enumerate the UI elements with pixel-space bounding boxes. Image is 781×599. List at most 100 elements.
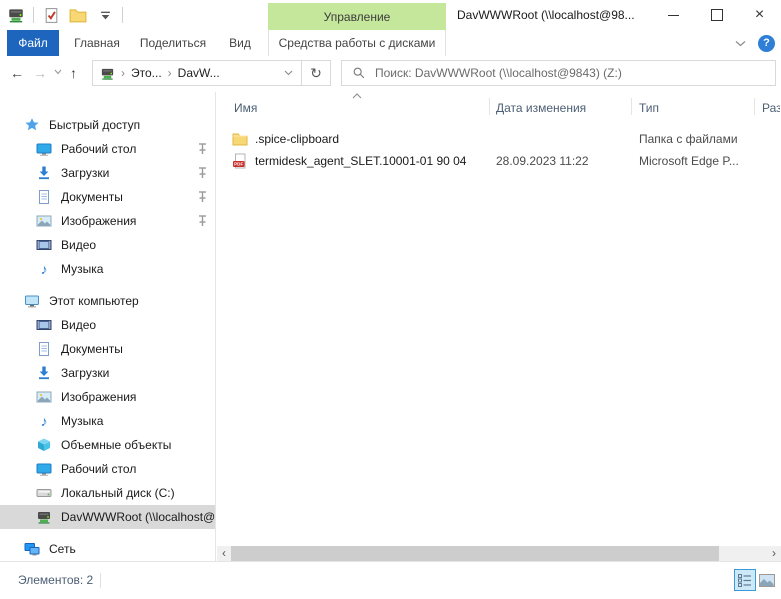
sidebar-item-label: Рабочий стол xyxy=(61,142,136,156)
horizontal-scrollbar[interactable]: ‹ › xyxy=(217,546,781,561)
breadcrumb[interactable]: › Это... › DavW... xyxy=(92,60,302,86)
scroll-right-arrow-icon[interactable]: › xyxy=(767,546,781,561)
svg-text:PDF: PDF xyxy=(234,162,243,167)
maximize-button[interactable] xyxy=(695,0,738,30)
address-dropdown-chevron-icon[interactable] xyxy=(284,70,293,76)
customize-toolbar-dropdown-icon[interactable] xyxy=(95,5,115,25)
pin-icon[interactable] xyxy=(197,166,208,179)
sidebar-item-videos[interactable]: Видео xyxy=(0,313,215,337)
column-header-date-modified[interactable]: Дата изменения xyxy=(496,101,586,115)
sidebar-item-label: Объемные объекты xyxy=(61,438,171,452)
pin-icon[interactable] xyxy=(197,214,208,227)
sidebar-item-pictures[interactable]: Изображения xyxy=(0,385,215,409)
sidebar-item-label: Сеть xyxy=(49,542,76,556)
maximize-icon xyxy=(711,9,723,21)
sidebar-item-label: Быстрый доступ xyxy=(49,118,140,132)
column-header-name[interactable]: Имя xyxy=(234,101,257,115)
network-drive-icon xyxy=(6,5,26,25)
sidebar-item-label: Изображения xyxy=(61,214,136,228)
status-separator xyxy=(100,573,101,588)
breadcrumb-separator-icon: › xyxy=(168,66,172,80)
music-icon: ♪ xyxy=(36,413,52,429)
file-list-pane: Имя Дата изменения Тип Размер .spice-cli… xyxy=(216,92,781,562)
sidebar-item-3d-objects[interactable]: Объемные объекты xyxy=(0,433,215,457)
up-button[interactable]: ↑ xyxy=(70,65,77,81)
downloads-icon xyxy=(36,165,52,181)
sidebar-section-gap xyxy=(0,529,215,537)
sidebar-item-desktop[interactable]: Рабочий стол xyxy=(0,137,215,161)
large-icons-view-button[interactable] xyxy=(756,569,778,591)
column-separator[interactable] xyxy=(631,98,632,115)
breadcrumb-item-this-pc[interactable]: Это... xyxy=(131,66,162,80)
sidebar-item-music[interactable]: ♪ Музыка xyxy=(0,257,215,281)
sidebar-item-downloads[interactable]: Загрузки xyxy=(0,361,215,385)
network-drive-icon xyxy=(36,509,52,525)
new-folder-icon[interactable] xyxy=(68,5,88,25)
column-header-size[interactable]: Размер xyxy=(762,101,780,115)
scroll-left-arrow-icon[interactable]: ‹ xyxy=(217,546,231,561)
pin-icon[interactable] xyxy=(197,142,208,155)
contextual-tab-group[interactable]: Управление xyxy=(268,3,446,30)
sidebar-item-this-pc[interactable]: Этот компьютер xyxy=(0,289,215,313)
minimize-button[interactable] xyxy=(652,0,695,30)
sidebar-item-music[interactable]: ♪ Музыка xyxy=(0,409,215,433)
documents-icon xyxy=(36,341,52,357)
column-separator[interactable] xyxy=(489,98,490,115)
sidebar-item-pictures[interactable]: Изображения xyxy=(0,209,215,233)
downloads-icon xyxy=(36,365,52,381)
music-note-glyph: ♪ xyxy=(41,413,48,429)
sidebar-item-quick-access[interactable]: Быстрый доступ xyxy=(0,113,215,137)
help-icon[interactable]: ? xyxy=(758,35,775,52)
title-bar: Управление DavWWWRoot (\\localhost@98...… xyxy=(0,0,781,30)
search-placeholder-text: Поиск: DavWWWRoot (\\localhost@9843) (Z:… xyxy=(375,66,622,80)
file-date-cell: 28.09.2023 11:22 xyxy=(496,154,589,168)
address-toolbar: ← → ↑ › Это... › DavW... ↻ Поиск: DavWWW… xyxy=(0,56,781,92)
breadcrumb-item-current[interactable]: DavW... xyxy=(178,66,220,80)
sidebar-item-videos[interactable]: Видео xyxy=(0,233,215,257)
tab-home[interactable]: Главная xyxy=(63,30,131,56)
file-name-cell[interactable]: .spice-clipboard xyxy=(232,128,339,150)
scrollbar-thumb[interactable] xyxy=(231,546,719,561)
search-input[interactable]: Поиск: DavWWWRoot (\\localhost@9843) (Z:… xyxy=(341,60,776,86)
quick-access-star-icon xyxy=(24,117,40,133)
local-disk-icon xyxy=(36,485,52,501)
ribbon-collapse-chevron-icon[interactable] xyxy=(735,40,746,47)
column-header-type[interactable]: Тип xyxy=(639,101,659,115)
sidebar-item-label: Загрузки xyxy=(61,166,109,180)
column-separator[interactable] xyxy=(754,98,755,115)
toolbar-separator xyxy=(122,7,123,23)
table-row[interactable]: .spice-clipboard Папка с файлами xyxy=(216,128,781,150)
refresh-button[interactable]: ↻ xyxy=(301,60,331,86)
close-icon: × xyxy=(755,7,764,23)
navigation-pane: Быстрый доступ Рабочий стол Загрузки xyxy=(0,92,216,562)
sidebar-section-gap xyxy=(0,281,215,289)
file-name-text: .spice-clipboard xyxy=(255,132,339,146)
file-name-cell[interactable]: PDF termidesk_agent_SLET.10001-01 90 04 xyxy=(232,150,466,172)
sidebar-item-network[interactable]: Сеть xyxy=(0,537,215,561)
sidebar-item-davwwwroot[interactable]: DavWWWRoot (\\localhost@9 xyxy=(0,505,215,529)
tab-drive-tools[interactable]: Средства работы с дисками xyxy=(268,30,446,56)
window-controls: × xyxy=(652,0,781,30)
desktop-icon xyxy=(36,141,52,157)
forward-button[interactable]: → xyxy=(33,65,47,81)
details-view-button[interactable] xyxy=(734,569,756,591)
tab-file[interactable]: Файл xyxy=(7,30,59,56)
sidebar-item-downloads[interactable]: Загрузки xyxy=(0,161,215,185)
tab-share[interactable]: Поделиться xyxy=(134,30,212,56)
sidebar-item-label: Загрузки xyxy=(61,366,109,380)
back-button[interactable]: ← xyxy=(10,65,24,81)
tab-view[interactable]: Вид xyxy=(214,30,266,56)
sidebar-item-documents[interactable]: Документы xyxy=(0,185,215,209)
table-row[interactable]: PDF termidesk_agent_SLET.10001-01 90 04 … xyxy=(216,150,781,172)
quick-access-toolbar xyxy=(6,5,123,25)
sidebar-item-local-disk-c[interactable]: Локальный диск (C:) xyxy=(0,481,215,505)
items-count-label: Элементов: 2 xyxy=(18,573,93,587)
pin-icon[interactable] xyxy=(197,190,208,203)
properties-check-icon[interactable] xyxy=(41,5,61,25)
sidebar-item-label: Изображения xyxy=(61,390,136,404)
sidebar-item-documents[interactable]: Документы xyxy=(0,337,215,361)
folder-icon xyxy=(232,131,248,147)
recent-locations-chevron-icon[interactable] xyxy=(54,69,62,75)
close-button[interactable]: × xyxy=(738,0,781,30)
sidebar-item-desktop[interactable]: Рабочий стол xyxy=(0,457,215,481)
